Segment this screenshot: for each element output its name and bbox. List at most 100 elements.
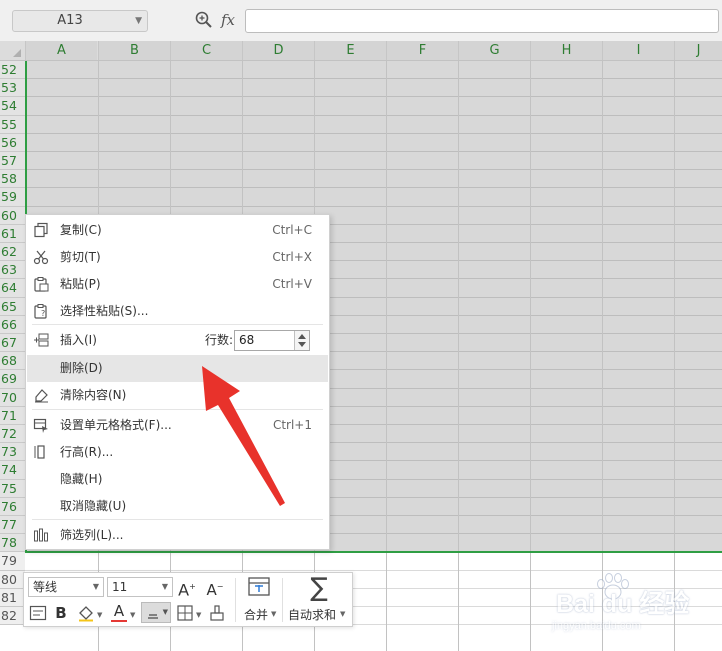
sheet-row[interactable] [25,188,722,207]
menu-item-12[interactable]: 筛选列(L)... [27,522,328,549]
column-header-f[interactable]: F [386,41,458,60]
menu-item-4[interactable]: ? 选择性粘贴(S)... [27,298,328,325]
row-header[interactable]: 78 [0,534,25,552]
spin-up-icon[interactable] [298,334,306,339]
name-box[interactable]: A13 ▼ [12,10,148,32]
column-header-i[interactable]: I [602,41,674,60]
row-header[interactable]: 69 [0,370,25,389]
baidu-watermark: Bai du 经验 jingyan.baidu.com [548,572,718,634]
font-size-select[interactable]: 11 ▼ [107,577,173,597]
row-header[interactable]: 82 [0,607,25,625]
row-header[interactable]: 64 [0,279,25,298]
sheet-row[interactable] [25,97,722,116]
merge-label[interactable]: 合并 [244,606,268,623]
merge-button[interactable] [246,575,272,601]
rows-count-stepper[interactable] [294,331,309,350]
row-header[interactable]: 61 [0,225,25,243]
zoom-icon[interactable] [194,10,214,30]
row-header[interactable]: 68 [0,352,25,370]
wrap-text-button[interactable] [29,604,47,622]
menu-item-8[interactable]: 设置单元格格式(F)... Ctrl+1 [27,412,328,439]
font-color-button[interactable]: A [110,602,128,622]
row-header[interactable]: 56 [0,134,25,152]
column-header-e[interactable]: E [314,41,386,60]
row-header[interactable]: 74 [0,461,25,480]
row-header[interactable]: 73 [0,443,25,461]
sheet-row[interactable] [25,61,722,79]
borders-icon [177,605,193,621]
row-header[interactable]: 72 [0,425,25,443]
row-header[interactable]: 71 [0,407,25,425]
row-header[interactable]: 81 [0,589,25,607]
row-header[interactable]: 60 [0,207,25,225]
insert-row-icon [34,333,49,347]
format-painter-button[interactable] [208,604,226,622]
row-header[interactable]: 67 [0,334,25,352]
sheet-row[interactable] [25,170,722,188]
sigma-icon[interactable]: ∑ [306,574,332,602]
row-header[interactable]: 53 [0,79,25,97]
menu-item-2[interactable]: 剪切(T) Ctrl+X [27,244,328,271]
fill-color-button[interactable] [77,604,95,622]
sheet-row[interactable] [25,134,722,152]
chevron-down-icon[interactable]: ▼ [271,610,276,618]
column-header-g[interactable]: G [458,41,530,60]
sheet-row[interactable] [25,79,722,97]
menu-item-7[interactable]: 清除内容(N) [27,382,328,409]
column-header-d[interactable]: D [242,41,314,60]
menu-item-5[interactable]: 插入(I) 行数: 68 [27,327,328,354]
bold-button[interactable]: B [52,604,70,622]
chevron-down-icon[interactable]: ▼ [130,611,135,619]
menu-item-11[interactable]: 取消隐藏(U) [27,493,328,520]
rows-count-input[interactable]: 68 [234,330,310,351]
font-name-select[interactable]: 等线 ▼ [28,577,104,597]
borders-button[interactable] [176,604,194,622]
autosum-label[interactable]: 自动求和 [288,606,336,623]
row-header[interactable]: 55 [0,116,25,134]
fx-button[interactable]: fx [221,10,235,30]
column-header-c[interactable]: C [170,41,242,60]
sheet-row[interactable] [25,152,722,170]
paste-icon [34,277,49,292]
scissors-icon [33,250,49,265]
row-header[interactable]: 70 [0,389,25,407]
row-header[interactable]: 77 [0,516,25,534]
row-header[interactable]: 59 [0,188,25,207]
chevron-down-icon[interactable]: ▼ [135,11,142,31]
chevron-down-icon[interactable]: ▼ [196,611,201,619]
menu-item-9[interactable]: 行高(R)... [27,439,328,466]
increase-font-button[interactable]: A+ [176,576,198,599]
row-header[interactable]: 52 [0,61,25,79]
column-header-j[interactable]: J [674,41,722,60]
menu-item-3[interactable]: 粘贴(P) Ctrl+V [27,271,328,298]
sheet-row[interactable] [25,552,722,571]
column-header-b[interactable]: B [98,41,170,60]
row-header[interactable]: 76 [0,498,25,516]
menu-item-1[interactable]: 复制(C) Ctrl+C [27,217,328,244]
merge-icon [248,577,270,596]
decrease-font-button[interactable]: A− [204,576,226,599]
row-header[interactable]: 57 [0,152,25,170]
row-header[interactable]: 54 [0,97,25,116]
row-header[interactable]: 80 [0,571,25,589]
menu-item-label: 设置单元格格式(F)... [60,418,172,432]
spin-down-icon[interactable] [298,342,306,347]
column-header-h[interactable]: H [530,41,602,60]
row-header[interactable]: 62 [0,243,25,261]
menu-item-10[interactable]: 隐藏(H) [27,466,328,493]
row-header[interactable]: 63 [0,261,25,279]
select-all-corner[interactable] [0,41,25,60]
sheet-row[interactable] [25,116,722,134]
align-button[interactable]: ▼ [141,602,171,623]
chevron-down-icon[interactable]: ▼ [340,610,345,618]
row-header[interactable]: 79 [0,552,25,571]
menu-item-6[interactable]: 删除(D) [27,355,328,382]
row-header[interactable]: 66 [0,316,25,334]
row-header[interactable]: 58 [0,170,25,188]
menu-item-shortcut: Ctrl+V [272,277,312,291]
column-header-a[interactable]: A [25,41,97,60]
row-header[interactable]: 65 [0,298,25,316]
formula-input[interactable] [245,9,719,33]
row-header[interactable]: 75 [0,480,25,498]
chevron-down-icon[interactable]: ▼ [97,611,102,619]
